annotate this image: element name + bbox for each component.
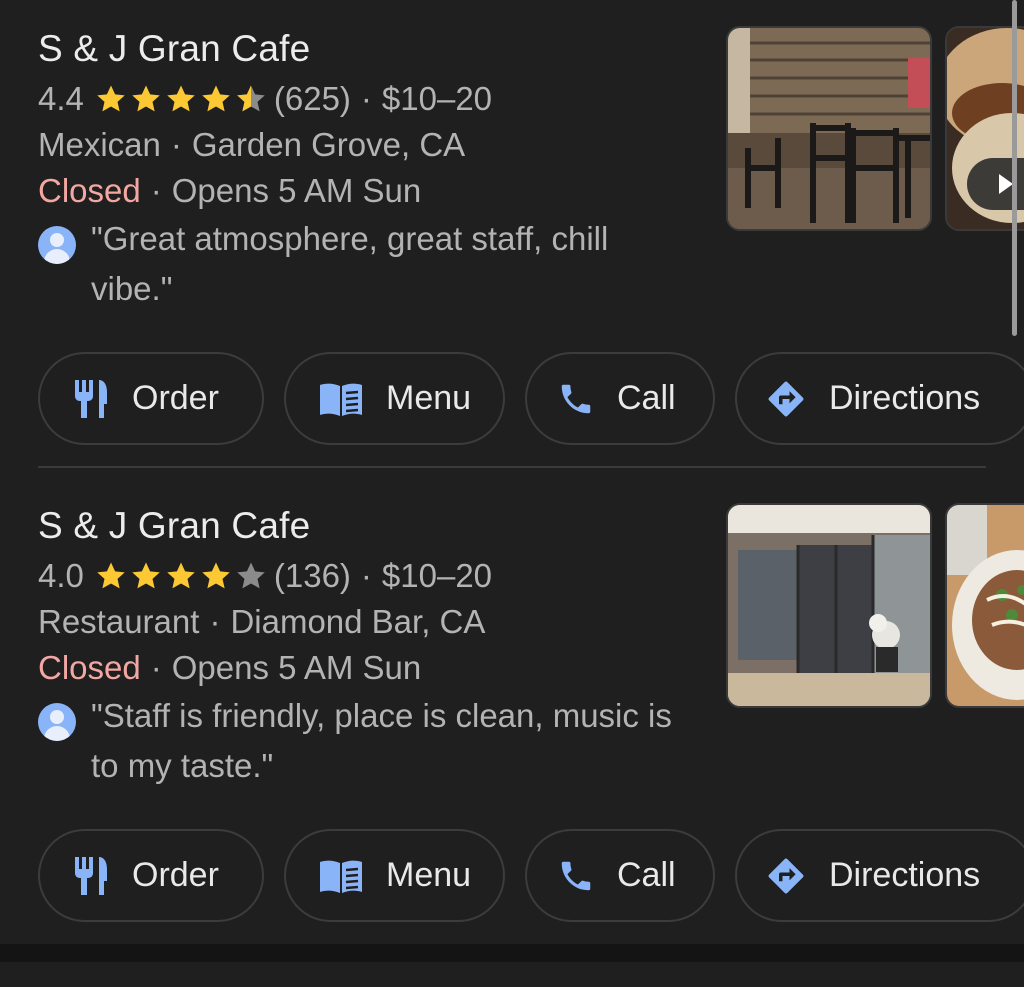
order-button[interactable]: Order [38,829,264,922]
star-icon [97,85,125,112]
divider [38,466,986,468]
star-half-icon [237,85,265,112]
status-closed: Closed [38,649,141,686]
directions-button[interactable]: Directions [735,352,1024,445]
category-line: Restaurant · Diamond Bar, CA [38,603,485,641]
hours: Opens 5 AM Sun [171,649,422,686]
directions-icon [768,381,804,416]
location: Diamond Bar, CA [230,603,486,640]
call-button[interactable]: Call [525,829,715,922]
star-rating [94,559,268,593]
call-button[interactable]: Call [525,352,715,445]
order-label: Order [132,379,219,417]
scrollbar[interactable] [1012,0,1017,336]
directions-label: Directions [829,856,981,894]
menu-book-icon [320,383,362,416]
price-range: $10–20 [381,557,493,594]
phone-icon [561,861,591,890]
order-label: Order [132,856,219,894]
place-photo[interactable] [945,503,1024,708]
menu-book-icon [320,860,362,893]
separator: · [150,172,162,209]
rating-line: 4.0 (136) · $10–20 [38,557,492,595]
separator: · [170,126,182,163]
star-icon [167,562,195,589]
menu-label: Menu [386,856,472,894]
review-snippet: "Staff is friendly, place is clean, musi… [38,697,691,791]
review-text: "Great atmosphere, great staff, chill vi… [91,220,609,307]
interior-photo [728,28,930,229]
star-icon [132,85,160,112]
star-icon [132,562,160,589]
review-text: "Staff is friendly, place is clean, musi… [91,697,672,784]
call-label: Call [617,379,676,417]
storefront-photo [728,505,930,706]
separator: · [150,649,162,686]
separator: · [209,603,221,640]
review-count[interactable]: (136) [274,557,351,595]
menu-label: Menu [386,379,472,417]
food-photo [947,505,1024,706]
directions-label: Directions [829,379,981,417]
place-photo[interactable] [726,26,932,231]
section-divider [0,944,1024,962]
rating-value: 4.0 [38,557,84,594]
directions-icon [768,858,804,893]
category: Mexican [38,126,161,163]
place-name[interactable]: S & J Gran Cafe [38,28,310,70]
hours-line: Closed · Opens 5 AM Sun [38,649,421,687]
place-name[interactable]: S & J Gran Cafe [38,505,310,547]
location: Garden Grove, CA [191,126,466,163]
price-range: $10–20 [381,80,493,117]
order-button[interactable]: Order [38,352,264,445]
place-photo[interactable] [726,503,932,708]
directions-button[interactable]: Directions [735,829,1024,922]
menu-button[interactable]: Menu [284,829,505,922]
hours-line: Closed · Opens 5 AM Sun [38,172,421,210]
star-icon [202,85,230,112]
hours: Opens 5 AM Sun [171,172,422,209]
star-icon [167,85,195,112]
rating-line: 4.4 (625) · $10–20 [38,80,492,118]
action-buttons: Order Menu Call Directions [38,352,1024,445]
user-avatar-icon [38,226,76,264]
review-snippet: "Great atmosphere, great staff, chill vi… [38,220,691,314]
separator: · [360,80,372,117]
phone-icon [561,384,591,413]
category-line: Mexican · Garden Grove, CA [38,126,465,164]
star-empty-icon [237,562,265,589]
review-count[interactable]: (625) [274,80,351,118]
action-buttons: Order Menu Call Directions [38,829,1024,922]
star-icon [97,562,125,589]
fork-knife-icon [75,856,107,895]
star-icon [202,562,230,589]
star-rating [94,82,268,116]
category: Restaurant [38,603,200,640]
rating-value: 4.4 [38,80,84,117]
user-avatar-icon [38,703,76,741]
call-label: Call [617,856,676,894]
fork-knife-icon [75,379,107,418]
separator: · [360,557,372,594]
menu-button[interactable]: Menu [284,352,505,445]
status-closed: Closed [38,172,141,209]
